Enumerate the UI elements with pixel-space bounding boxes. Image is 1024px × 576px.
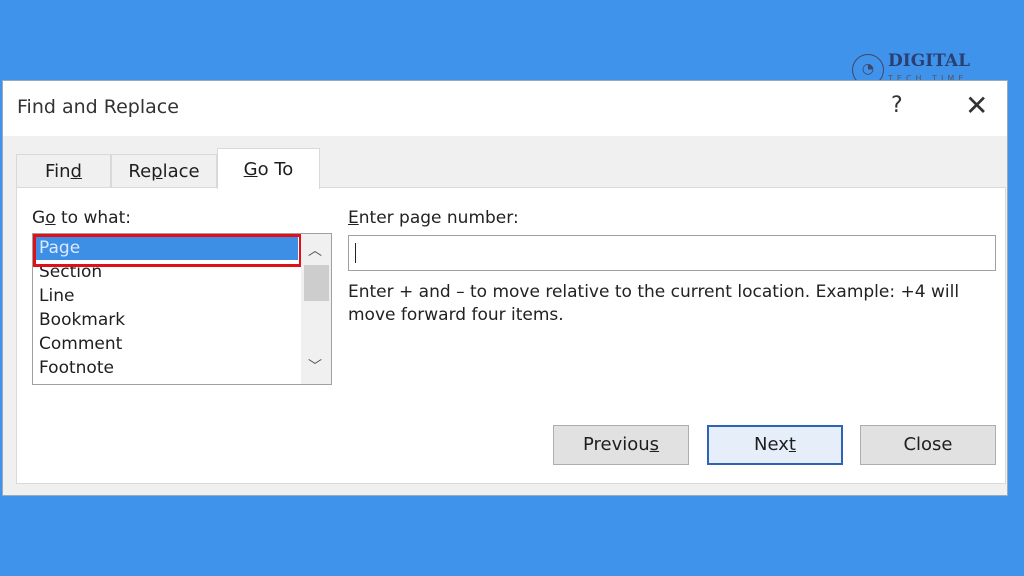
logo-text: DIGITAL bbox=[888, 51, 971, 71]
scroll-up-icon[interactable]: ︿ bbox=[308, 240, 322, 260]
hint-text: Enter + and – to move relative to the cu… bbox=[348, 282, 960, 325]
find-replace-dialog: Find and Replace ? ✕ Find Replace Go To … bbox=[2, 80, 1008, 496]
tab-go-to[interactable]: Go To bbox=[217, 148, 320, 189]
list-item-footnote[interactable]: Footnote bbox=[39, 356, 114, 380]
tab-replace[interactable]: Replace bbox=[111, 154, 217, 188]
go-to-panel: Go to what: Page Section Line Bookmark C… bbox=[16, 187, 1006, 484]
scrollbar-thumb[interactable] bbox=[304, 265, 329, 301]
dialog-title: Find and Replace bbox=[17, 96, 179, 118]
go-to-what-label: Go to what: bbox=[32, 208, 131, 228]
list-item-bookmark[interactable]: Bookmark bbox=[39, 308, 125, 332]
scroll-down-icon[interactable]: ﹀ bbox=[308, 356, 322, 376]
previous-button[interactable]: Previous bbox=[553, 425, 689, 465]
highlight-box bbox=[33, 234, 302, 267]
next-button[interactable]: Next bbox=[707, 425, 843, 465]
list-item-line[interactable]: Line bbox=[39, 284, 74, 308]
list-item-comment[interactable]: Comment bbox=[39, 332, 122, 356]
tab-find[interactable]: Find bbox=[16, 154, 111, 188]
help-button[interactable]: ? bbox=[891, 93, 903, 118]
list-scrollbar[interactable]: ︿ ﹀ bbox=[301, 234, 331, 384]
close-button[interactable]: Close bbox=[860, 425, 996, 465]
go-to-what-list[interactable]: Page Section Line Bookmark Comment Footn… bbox=[32, 233, 332, 385]
close-icon[interactable]: ✕ bbox=[965, 89, 988, 122]
text-caret bbox=[355, 243, 356, 263]
title-bar: Find and Replace ? ✕ bbox=[3, 81, 1007, 136]
page-number-input[interactable] bbox=[348, 235, 996, 271]
page-number-label: Enter page number: bbox=[348, 208, 519, 228]
